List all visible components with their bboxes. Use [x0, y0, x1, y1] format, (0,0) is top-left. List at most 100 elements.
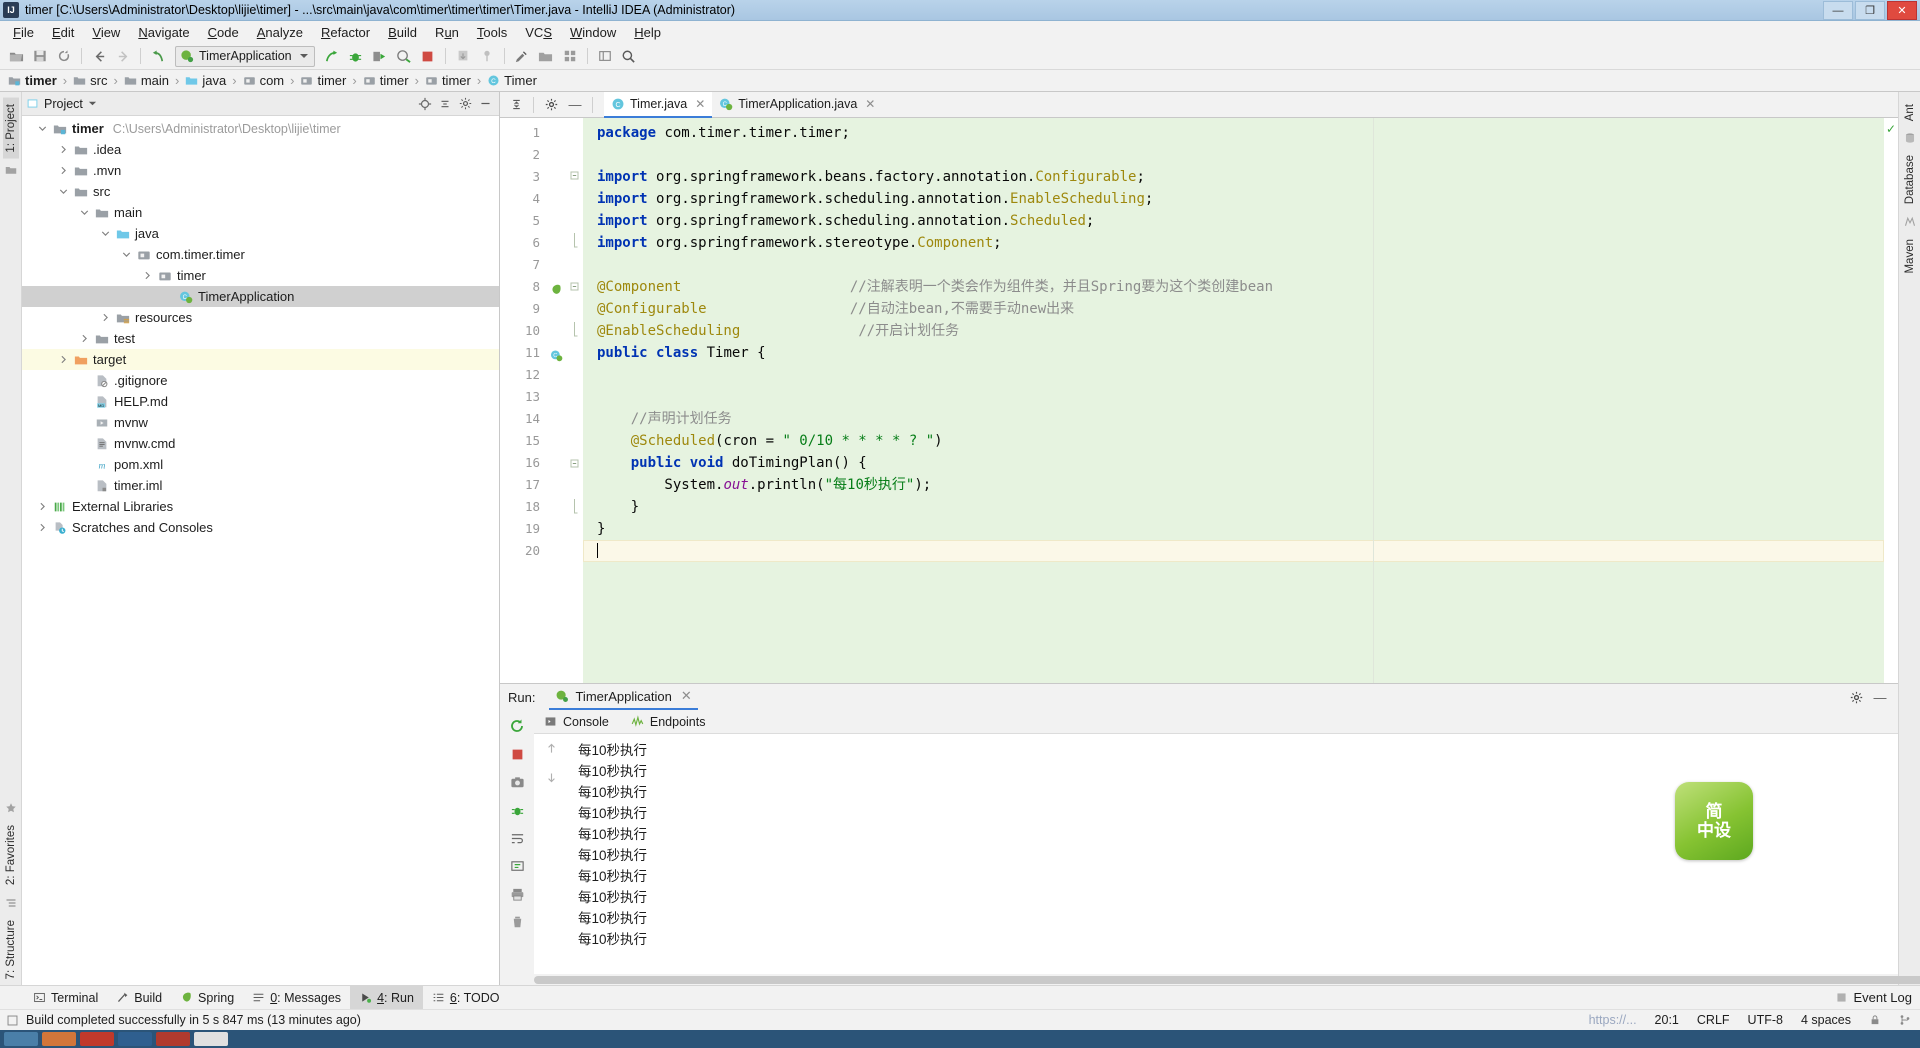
menu-navigate[interactable]: Navigate: [129, 23, 198, 42]
code-line[interactable]: //声明计划任务: [583, 408, 1884, 430]
code-content[interactable]: package com.timer.timer.timer; import org…: [583, 118, 1884, 683]
breadcrumb-item-src[interactable]: src: [71, 73, 109, 88]
menu-refactor[interactable]: Refactor: [312, 23, 379, 42]
chevron-right-icon[interactable]: [36, 521, 49, 534]
screenshot-icon[interactable]: [505, 770, 529, 794]
thread-dump-icon[interactable]: [505, 798, 529, 822]
grid-icon[interactable]: [559, 45, 581, 67]
breadcrumb-item-timer[interactable]: timer: [361, 73, 411, 88]
code-line[interactable]: }: [583, 496, 1884, 518]
hide-editor-panel-icon[interactable]: —: [564, 94, 586, 116]
file-encoding[interactable]: UTF-8: [1739, 1013, 1792, 1027]
chevron-down-icon[interactable]: [99, 227, 112, 240]
spring-class-icon[interactable]: C: [546, 342, 570, 364]
chevron-right-icon[interactable]: [141, 269, 154, 282]
code-line[interactable]: [583, 254, 1884, 276]
collapse-all-icon[interactable]: [435, 94, 455, 114]
minimize-button[interactable]: —: [1823, 1, 1853, 20]
menu-window[interactable]: Window: [561, 23, 625, 42]
tool-window-6--todo[interactable]: 6: TODO: [423, 986, 509, 1010]
fold-marker[interactable]: [570, 167, 583, 189]
code-line[interactable]: import org.springframework.scheduling.an…: [583, 210, 1884, 232]
tool-window-terminal[interactable]: Terminal: [24, 986, 107, 1010]
spring-bean-icon[interactable]: [546, 276, 570, 298]
profile-icon[interactable]: [393, 45, 415, 67]
stop-icon[interactable]: [417, 45, 439, 67]
menu-build[interactable]: Build: [379, 23, 426, 42]
code-line[interactable]: [583, 364, 1884, 386]
tree-node--gitignore[interactable]: .gitignore: [22, 370, 499, 391]
tree-node-java[interactable]: java: [22, 223, 499, 244]
console-horizontal-scrollbar[interactable]: [534, 974, 1920, 985]
update-project-icon[interactable]: [452, 45, 474, 67]
taskbar-item[interactable]: [194, 1032, 228, 1046]
menu-run[interactable]: Run: [426, 23, 468, 42]
forward-arrow-icon[interactable]: [112, 45, 134, 67]
tree-node-external-libraries[interactable]: External Libraries: [22, 496, 499, 517]
scroll-up-icon[interactable]: [545, 742, 558, 755]
fold-marker[interactable]: [570, 233, 583, 255]
locate-target-icon[interactable]: [415, 94, 435, 114]
breadcrumb-item-timer[interactable]: timer: [6, 73, 59, 88]
taskbar-item[interactable]: [156, 1032, 190, 1046]
editor-tab-timerapplication-java[interactable]: C TimerApplication.java ✕: [712, 92, 882, 118]
close-icon[interactable]: ✕: [865, 97, 875, 111]
tool-window-0--messages[interactable]: 0: Messages: [243, 986, 350, 1010]
save-icon[interactable]: [29, 45, 51, 67]
sidebar-item-favorites[interactable]: 2: Favorites: [3, 819, 19, 891]
tree-node-timer[interactable]: timer C:\Users\Administrator\Desktop\liji…: [22, 118, 499, 139]
run-subtab-console[interactable]: Console: [544, 715, 609, 729]
tree-node-timerapplication[interactable]: C TimerApplication: [22, 286, 499, 307]
editor-tab-timer-java[interactable]: C Timer.java ✕: [604, 91, 713, 118]
tree-node-com-timer-timer[interactable]: com.timer.timer: [22, 244, 499, 265]
taskbar-item[interactable]: [118, 1032, 152, 1046]
fold-marker[interactable]: [570, 499, 583, 521]
tool-window-spring[interactable]: Spring: [171, 986, 243, 1010]
menu-edit[interactable]: Edit: [43, 23, 83, 42]
sync-icon[interactable]: [53, 45, 75, 67]
menu-vcs[interactable]: VCS: [516, 23, 561, 42]
clear-all-icon[interactable]: [505, 910, 529, 934]
sidebar-item-structure[interactable]: 7: Structure: [3, 914, 19, 985]
gear-icon[interactable]: [540, 94, 562, 116]
code-line[interactable]: @EnableScheduling //开启计划任务: [583, 320, 1884, 342]
sidebar-item-project[interactable]: 1: Project: [2, 98, 19, 159]
menu-tools[interactable]: Tools: [468, 23, 516, 42]
tool-window-4--run[interactable]: 4: Run: [350, 985, 423, 1010]
run-with-coverage-icon[interactable]: [369, 45, 391, 67]
chevron-right-icon[interactable]: [99, 311, 112, 324]
project-settings-gear-icon[interactable]: [455, 94, 475, 114]
code-line[interactable]: @Configurable //自动注bean,不需要手动new出来: [583, 298, 1884, 320]
chevron-down-icon[interactable]: [36, 122, 49, 135]
code-line[interactable]: import org.springframework.beans.factory…: [583, 166, 1884, 188]
fold-markers[interactable]: [570, 118, 583, 683]
tree-node-target[interactable]: target: [22, 349, 499, 370]
back-arrow-icon[interactable]: [88, 45, 110, 67]
code-line[interactable]: public void doTimingPlan() {: [583, 452, 1884, 474]
chevron-down-icon[interactable]: [78, 206, 91, 219]
layout-icon[interactable]: [594, 45, 616, 67]
breadcrumb-item-java[interactable]: java: [183, 73, 228, 88]
breadcrumb-item-timer[interactable]: timer: [298, 73, 348, 88]
breadcrumb-item-main[interactable]: main: [122, 73, 171, 88]
debug-icon[interactable]: [345, 45, 367, 67]
chevron-right-icon[interactable]: [57, 164, 70, 177]
lock-icon[interactable]: [1860, 1014, 1890, 1026]
structure-strip-icon[interactable]: [5, 897, 17, 909]
breadcrumb-item-com[interactable]: com: [241, 73, 287, 88]
gutter-icons[interactable]: C: [546, 118, 570, 683]
gear-icon[interactable]: [1845, 686, 1867, 708]
rerun-icon[interactable]: [505, 714, 529, 738]
project-structure-icon[interactable]: [535, 45, 557, 67]
tree-node-mvnw-cmd[interactable]: mvnw.cmd: [22, 433, 499, 454]
menu-view[interactable]: View: [83, 23, 129, 42]
code-line[interactable]: import org.springframework.stereotype.Co…: [583, 232, 1884, 254]
breadcrumb-item-timer[interactable]: timer: [423, 73, 473, 88]
chevron-right-icon[interactable]: [78, 332, 91, 345]
menu-code[interactable]: Code: [199, 23, 248, 42]
tree-node-help-md[interactable]: MD HELP.md: [22, 391, 499, 412]
menu-analyze[interactable]: Analyze: [248, 23, 312, 42]
git-branch-icon[interactable]: [1890, 1014, 1920, 1026]
chevron-right-icon[interactable]: [57, 143, 70, 156]
code-line[interactable]: System.out.println("每10秒执行");: [583, 474, 1884, 496]
